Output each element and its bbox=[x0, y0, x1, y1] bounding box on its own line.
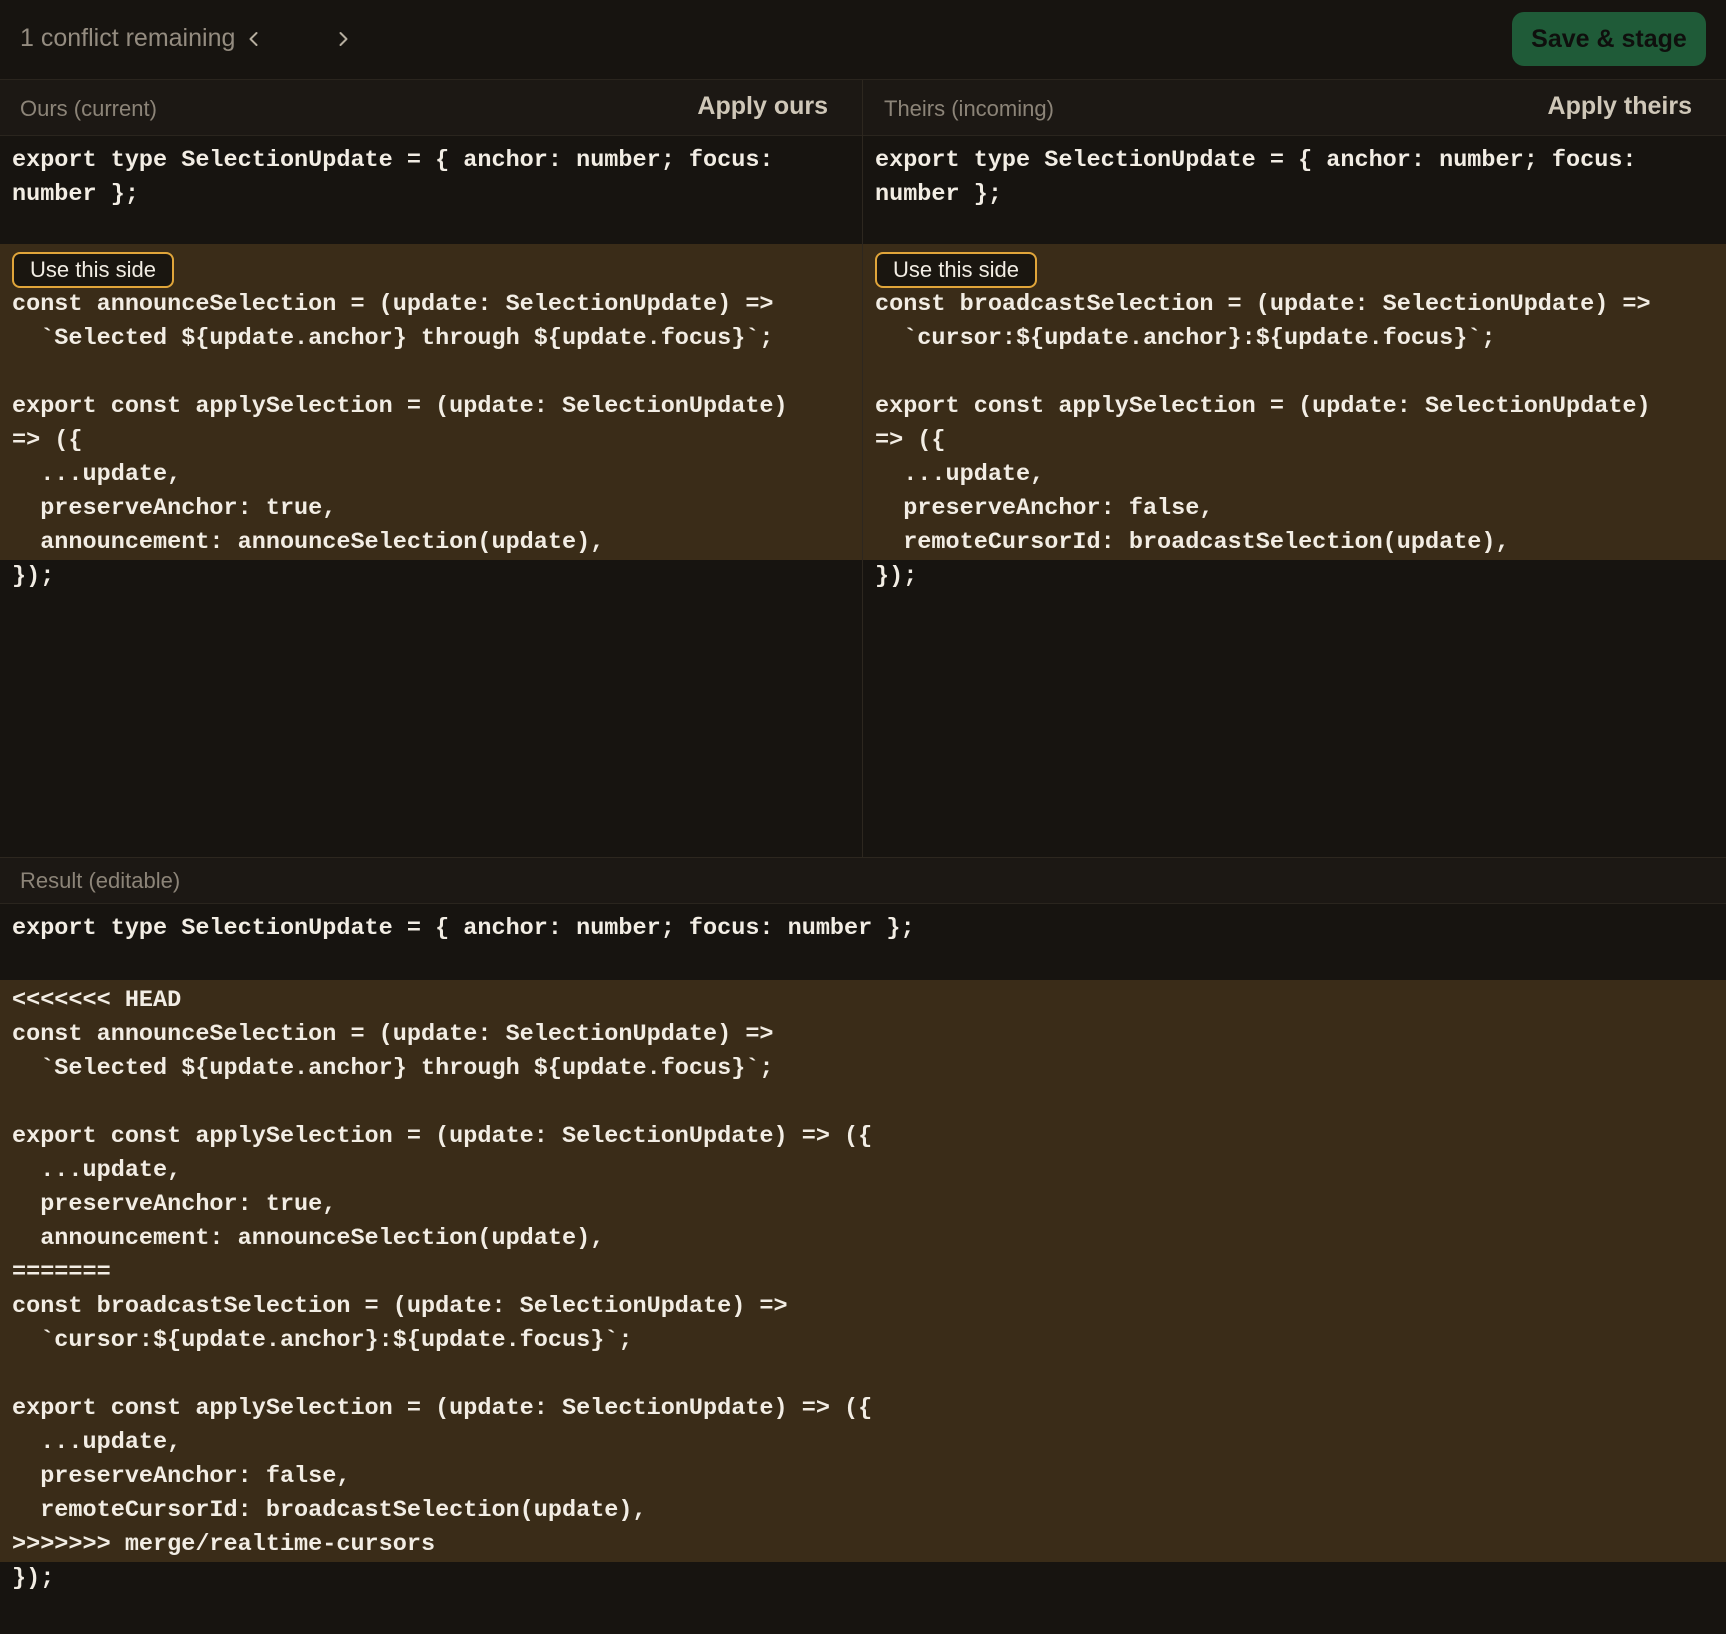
result-common-code[interactable]: export type SelectionUpdate = { anchor: … bbox=[0, 904, 1726, 980]
previous-conflict-button[interactable] bbox=[236, 20, 272, 58]
result-pane: Result (editable) export type SelectionU… bbox=[0, 857, 1726, 1634]
use-ours-side-button[interactable]: Use this side bbox=[12, 252, 174, 288]
result-pane-title: Result (editable) bbox=[20, 868, 181, 893]
ours-after-code: }); bbox=[12, 563, 55, 590]
theirs-pane-header: Theirs (incoming) Apply theirs bbox=[863, 80, 1726, 136]
ours-pane-title: Ours (current) bbox=[20, 96, 157, 121]
result-conflict-code[interactable]: <<<<<<< HEAD const announceSelection = (… bbox=[0, 980, 1726, 1562]
theirs-conflict-block: Use this side const broadcastSelection =… bbox=[863, 244, 1726, 560]
theirs-after-code: }); bbox=[875, 563, 918, 590]
chevron-right-icon bbox=[339, 32, 348, 46]
ours-pane-header: Ours (current) Apply ours bbox=[0, 80, 862, 136]
next-conflict-button[interactable] bbox=[325, 20, 361, 58]
theirs-common-code: export type SelectionUpdate = { anchor: … bbox=[875, 147, 1637, 208]
result-after-code[interactable]: }); bbox=[0, 1562, 1726, 1596]
theirs-pane: Theirs (incoming) Apply theirs export ty… bbox=[863, 80, 1726, 857]
ours-conflict-block: Use this side const announceSelection = … bbox=[0, 244, 862, 560]
theirs-pane-title: Theirs (incoming) bbox=[884, 96, 1054, 121]
result-pane-header: Result (editable) bbox=[0, 858, 1726, 904]
use-theirs-side-button[interactable]: Use this side bbox=[875, 252, 1037, 288]
apply-ours-button[interactable]: Apply ours bbox=[697, 92, 828, 121]
conflict-status: 1 conflict remaining bbox=[20, 24, 236, 52]
ours-conflict-code: const announceSelection = (update: Selec… bbox=[12, 291, 788, 556]
theirs-conflict-code: const broadcastSelection = (update: Sele… bbox=[875, 291, 1651, 556]
apply-theirs-button[interactable]: Apply theirs bbox=[1548, 92, 1692, 121]
ours-common-code: export type SelectionUpdate = { anchor: … bbox=[12, 147, 774, 208]
ours-pane: Ours (current) Apply ours export type Se… bbox=[0, 80, 863, 857]
chevron-left-icon bbox=[249, 32, 258, 46]
save-and-stage-button[interactable]: Save & stage bbox=[1512, 12, 1706, 66]
merge-toolbar: 1 conflict remaining Save & stage bbox=[0, 0, 1726, 80]
